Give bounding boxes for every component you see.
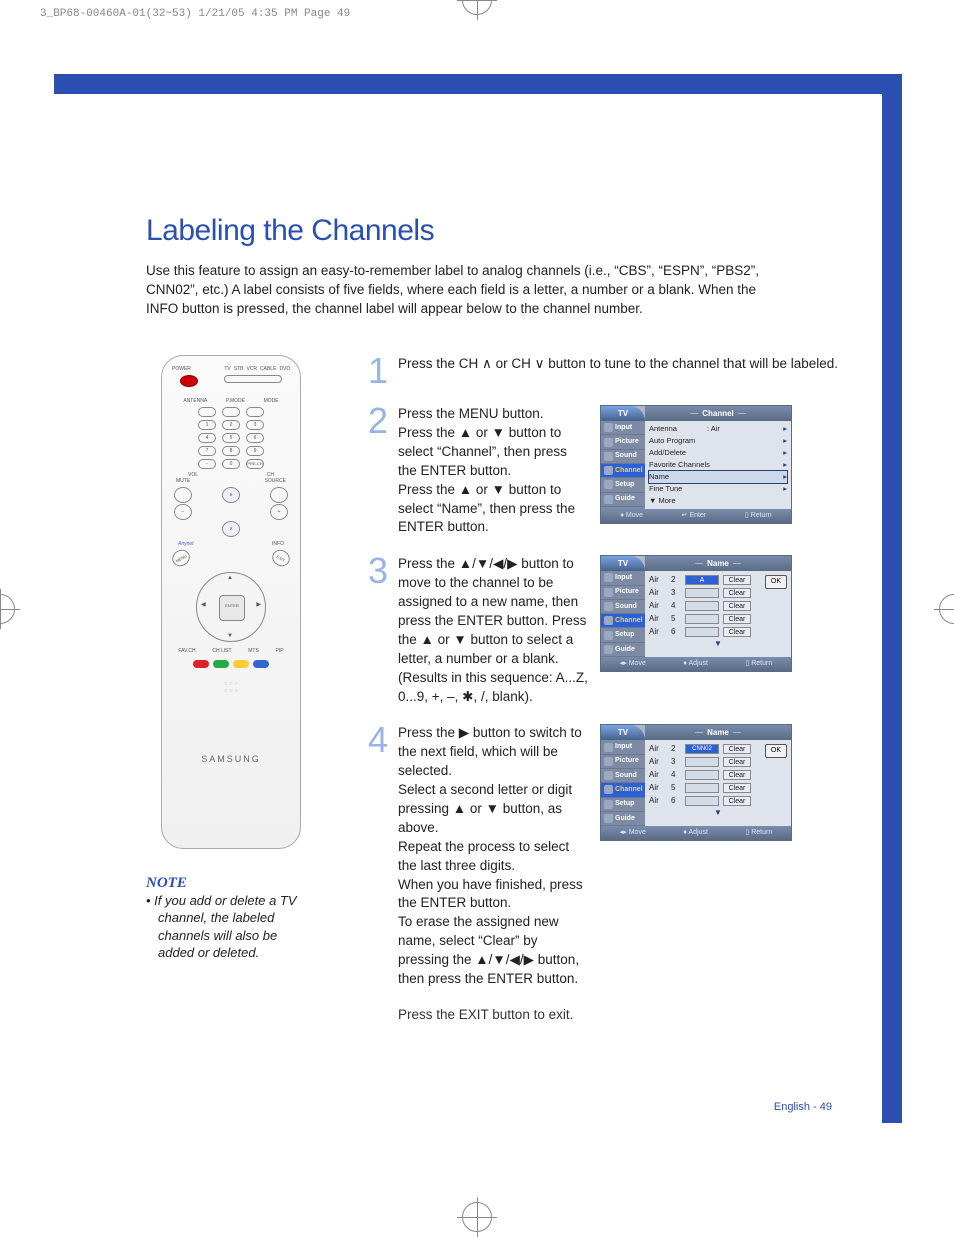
print-header: 3_BP68-00460A-01(32~53) 1/21/05 4:35 PM … xyxy=(40,8,350,20)
cropmark-top xyxy=(457,0,497,20)
header-bar xyxy=(54,74,902,94)
step-text: Press the ▲/▼/◀/▶ button to move to the … xyxy=(398,555,588,706)
cropmark-right xyxy=(934,589,954,629)
step-1: 1 Press the CH ∧ or CH ∨ button to tune … xyxy=(366,355,862,387)
samsung-logo: SAMSUNG xyxy=(162,754,300,764)
step-number: 4 xyxy=(366,724,388,988)
step-text: Press the ▶ button to switch to the next… xyxy=(398,724,588,988)
osd-name-menu-1: TVName Input Picture Sound Channel Setup… xyxy=(600,555,792,672)
note-body: • If you add or delete a TV channel, the… xyxy=(146,892,316,962)
page-frame: Labeling the Channels Use this feature t… xyxy=(54,74,902,1123)
osd-name-menu-2: TVName Input Picture Sound Channel Setup… xyxy=(600,724,792,841)
enter-button-icon: ENTER xyxy=(219,595,245,621)
step-number: 2 xyxy=(366,405,388,537)
page-number: English - 49 xyxy=(774,1101,832,1113)
step-2: 2 Press the MENU button. Press the ▲ or … xyxy=(366,405,862,537)
note-heading: NOTE xyxy=(146,875,316,892)
step-number: 3 xyxy=(366,555,388,706)
step-number: 1 xyxy=(366,355,388,387)
exit-instruction: Press the EXIT button to exit. xyxy=(398,1007,862,1022)
step-text: Press the CH ∧ or CH ∨ button to tune to… xyxy=(398,355,862,387)
step-text: Press the MENU button. Press the ▲ or ▼ … xyxy=(398,405,588,537)
step-3: 3 Press the ▲/▼/◀/▶ button to move to th… xyxy=(366,555,862,706)
cropmark-bottom xyxy=(457,1197,497,1237)
nav-ring-icon: ▲ ▼ ◀ ▶ ENTER xyxy=(196,572,266,642)
remote-illustration: POWER TVSTBVCRCABLEDVD ANTENNAP.MODEMODE… xyxy=(161,355,301,849)
side-bar xyxy=(882,74,902,1123)
step-4: 4 Press the ▶ button to switch to the ne… xyxy=(366,724,862,988)
intro-paragraph: Use this feature to assign an easy-to-re… xyxy=(146,262,766,319)
power-button-icon xyxy=(180,375,198,387)
osd-channel-menu: TVChannel Input Picture Sound Channel Se… xyxy=(600,405,792,524)
page-title: Labeling the Channels xyxy=(146,214,862,248)
cropmark-left xyxy=(0,589,20,629)
